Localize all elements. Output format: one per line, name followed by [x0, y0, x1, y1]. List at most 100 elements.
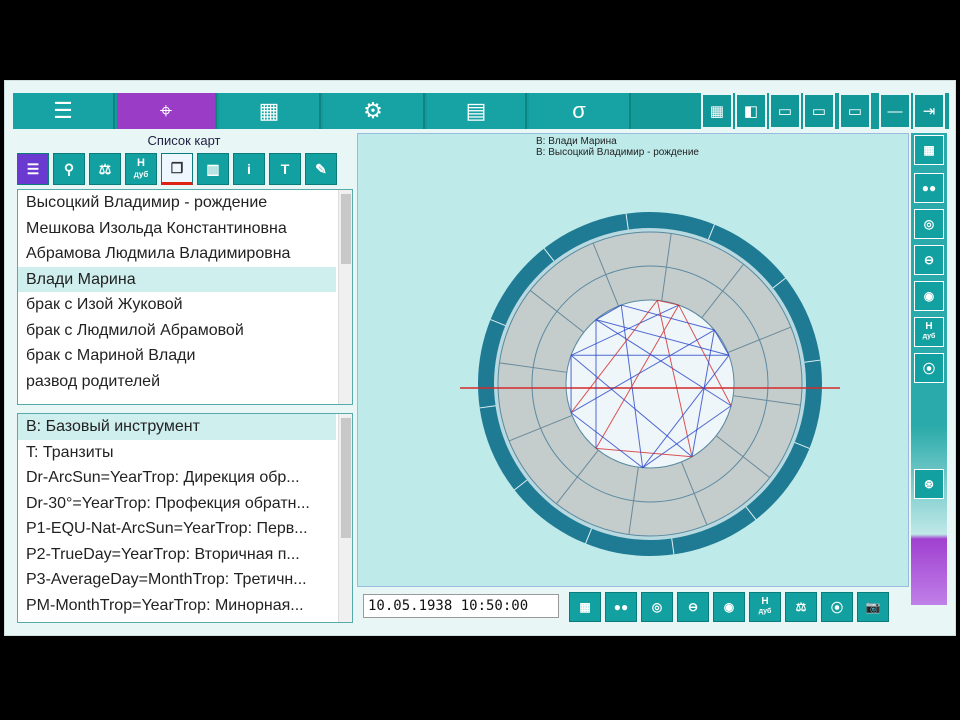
- planets-button[interactable]: ●●: [914, 173, 944, 203]
- eye-icon: ◉: [723, 600, 735, 614]
- target-button[interactable]: ◎: [641, 592, 673, 622]
- copy-icon: ❐: [170, 159, 184, 176]
- aspects-icon: ⚖: [795, 600, 807, 614]
- chart-grid-button[interactable]: ▦: [569, 592, 601, 622]
- target-icon: ◎: [651, 600, 663, 614]
- minimize-button[interactable]: —: [879, 93, 911, 129]
- arrow-circle-button[interactable]: ⊖: [914, 245, 944, 275]
- astro-wheel[interactable]: [358, 134, 909, 587]
- ring-dots-button[interactable]: ⦿: [914, 353, 944, 383]
- view-left-panel-button[interactable]: ◧: [735, 93, 767, 129]
- datetime-field[interactable]: 10.05.1938 10:50:00: [363, 594, 559, 618]
- dots-icon: ●●: [613, 600, 629, 614]
- list-item[interactable]: Абрамова Людмила Владимировна: [18, 241, 336, 267]
- sigma-icon: σ: [572, 98, 586, 123]
- list-item[interactable]: P1-EQU-Nat-ArcSun=YearTrop: Перв...: [18, 516, 336, 542]
- ring-dots-icon: ⦿: [830, 600, 843, 615]
- transit-button[interactable]: T: [269, 153, 301, 185]
- planets-button[interactable]: ●●: [605, 592, 637, 622]
- small-grid-icon: ▦: [709, 103, 725, 120]
- layout-button[interactable]: ▦: [219, 93, 321, 129]
- chart-list: Высоцкий Владимир - рождение Мешкова Изо…: [17, 189, 353, 405]
- list-item[interactable]: брак с Изой Жуковой: [18, 292, 336, 318]
- view-grid-button[interactable]: ▦: [701, 93, 733, 129]
- list-item[interactable]: P2-TrueDay=YearTrop: Вторичная п...: [18, 542, 336, 568]
- dub-label: дуб: [758, 608, 772, 615]
- chart-list-scrollbar[interactable]: [338, 190, 352, 404]
- window-icon: ▭: [847, 103, 863, 120]
- list-view-button[interactable]: ☰: [17, 153, 49, 185]
- chart-list-title: Список карт: [147, 133, 221, 148]
- wheel-style-button[interactable]: ⊛: [914, 469, 944, 499]
- people-icon: ⚲: [63, 160, 75, 177]
- list-item-selected[interactable]: B: Базовый инструмент: [18, 414, 336, 440]
- exit-button[interactable]: ⇥: [913, 93, 945, 129]
- main-toolbar: ☰ ⌖ ▦ ⚙ ▤ σ ▦ ◧ ▭ ▭ ▭ — ⇥: [13, 93, 949, 129]
- aspects-button[interactable]: ⚖: [89, 153, 121, 185]
- list-item-selected[interactable]: Влади Марина: [18, 266, 336, 292]
- edit-button[interactable]: ✎: [305, 153, 337, 185]
- arrow-circle-button[interactable]: ⊖: [677, 592, 709, 622]
- scroll-thumb[interactable]: [341, 418, 351, 538]
- menu-button[interactable]: ☰: [13, 93, 115, 129]
- chart-list-toolbar: ☰ ⚲ ⚖ H дуб ❐ ▥ i T ✎: [17, 153, 337, 185]
- list-item[interactable]: Высоцкий Владимир - рождение: [18, 190, 336, 216]
- copy-button[interactable]: ❐: [161, 153, 193, 185]
- view-right-panel-button[interactable]: ▭: [839, 93, 871, 129]
- chart-mode-button[interactable]: ⌖: [117, 93, 217, 129]
- wheel-icon: ⊛: [923, 477, 935, 491]
- h-letter: H: [137, 157, 145, 169]
- minus-icon: —: [887, 102, 903, 120]
- calculator-button[interactable]: ▤: [427, 93, 527, 129]
- eye-button[interactable]: ◉: [713, 592, 745, 622]
- chart-grid-button[interactable]: ▦: [914, 135, 944, 165]
- list-item[interactable]: брак с Мариной Влади: [18, 343, 336, 369]
- chart-legend-line: B: Высоцкий Владимир - рождение: [536, 147, 699, 158]
- ring-dots-icon: ⦿: [922, 361, 935, 376]
- window-icon: ▭: [811, 103, 827, 120]
- view-top-panel-button[interactable]: ▭: [769, 93, 801, 129]
- calculator-icon: ▤: [465, 98, 487, 123]
- grid-icon: ▦: [258, 98, 280, 123]
- sigma-button[interactable]: σ: [529, 93, 631, 129]
- list-item[interactable]: Dr-30°=YearTrop: Профекция обратн...: [18, 491, 336, 517]
- method-list-scrollbar[interactable]: [338, 414, 352, 622]
- houses-dub-button[interactable]: H дуб: [914, 317, 944, 347]
- t-letter: T: [280, 161, 290, 177]
- people-button[interactable]: ⚲: [53, 153, 85, 185]
- chart-grid-icon: ▦: [579, 600, 591, 614]
- camera-icon: 📷: [865, 600, 881, 614]
- h-letter: H: [761, 596, 769, 607]
- info-button[interactable]: i: [233, 153, 265, 185]
- houses-dub-button[interactable]: H дуб: [749, 592, 781, 622]
- bottom-toolbar: 10.05.1938 10:50:00 ▦ ●● ◎ ⊖ ◉ H дуб ⚖ ⦿…: [357, 591, 909, 623]
- list-icon: ☰: [26, 160, 40, 177]
- ring-dots-button[interactable]: ⦿: [821, 592, 853, 622]
- view-bottom-panel-button[interactable]: ▭: [803, 93, 835, 129]
- eye-button[interactable]: ◉: [914, 281, 944, 311]
- list-item[interactable]: Dr-ArcSun=YearTrop: Дирекция обр...: [18, 465, 336, 491]
- houses-button[interactable]: H дуб: [125, 153, 157, 185]
- list-item[interactable]: PM-MonthTrop=YearTrop: Минорная...: [18, 593, 336, 619]
- method-list: B: Базовый инструмент T: Транзиты Dr-Arc…: [17, 413, 353, 623]
- natal-chart-panel[interactable]: B: Влади Марина B: Высоцкий Владимир - р…: [357, 133, 909, 587]
- list-item[interactable]: брак с Людмилой Абрамовой: [18, 318, 336, 344]
- target-button[interactable]: ◎: [914, 209, 944, 239]
- table-button[interactable]: ▥: [197, 153, 229, 185]
- list-item[interactable]: развод родителей: [18, 369, 336, 395]
- aspects-button[interactable]: ⚖: [785, 592, 817, 622]
- eye-icon: ◉: [923, 289, 935, 303]
- settings-button[interactable]: ⚙: [323, 93, 425, 129]
- list-item[interactable]: P3-AverageDay=MonthTrop: Третичн...: [18, 567, 336, 593]
- scroll-thumb[interactable]: [341, 194, 351, 264]
- right-toolbar: ▦ ●● ◎ ⊖ ◉ H дуб ⦿ ⊛: [911, 133, 947, 605]
- menu-icon: ☰: [53, 98, 73, 123]
- dots-icon: ●●: [921, 181, 937, 195]
- list-item[interactable]: Мешкова Изольда Константиновна: [18, 216, 336, 242]
- h-letter: H: [925, 321, 933, 332]
- list-item[interactable]: T: Транзиты: [18, 440, 336, 466]
- left-panel-icon: ◧: [743, 103, 759, 120]
- dub-label: дуб: [133, 170, 149, 179]
- screenshot-button[interactable]: 📷: [857, 592, 889, 622]
- chart-grid-icon: ▦: [923, 143, 935, 157]
